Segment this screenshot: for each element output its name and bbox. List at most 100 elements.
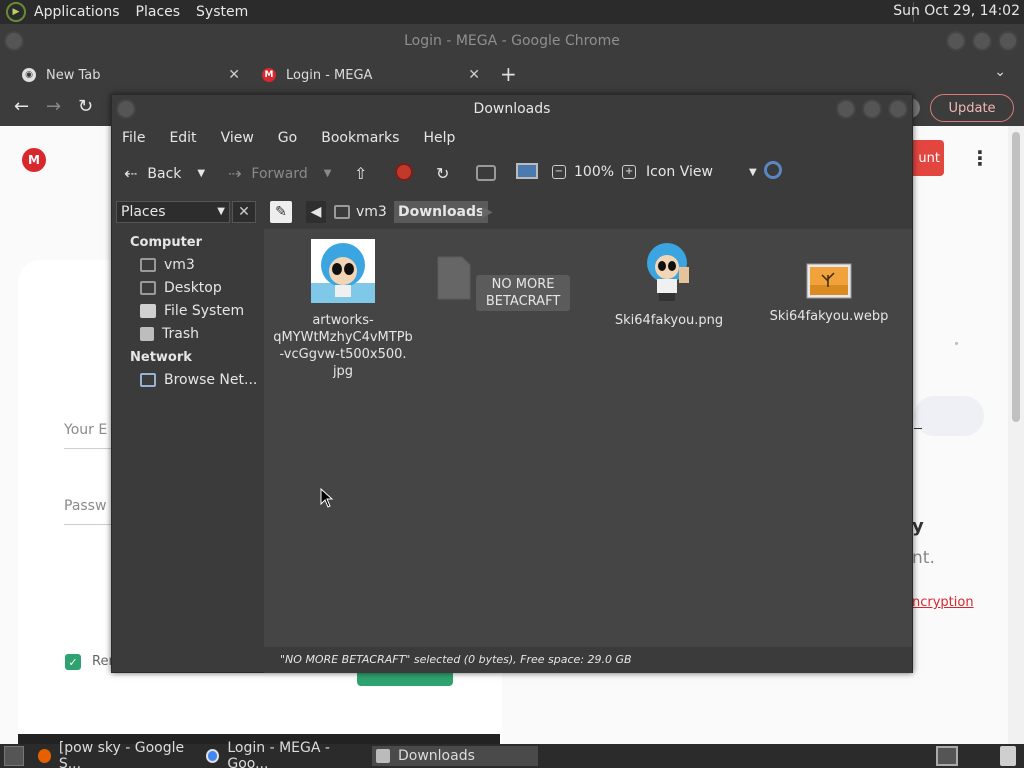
sidebar-item-trash[interactable]: Trash xyxy=(140,326,199,342)
applications-menu[interactable]: Applications xyxy=(34,4,120,20)
go-menu[interactable]: Go xyxy=(278,130,297,146)
scrollbar-thumb[interactable] xyxy=(1012,132,1020,422)
zoom-control[interactable]: − 100% + xyxy=(552,164,637,180)
panel-clock[interactable]: Sun Oct 29, 14:02 xyxy=(893,3,1020,19)
tab-new-tab[interactable]: ◉ New Tab ✕ xyxy=(22,60,240,90)
workspace-switcher[interactable] xyxy=(936,746,958,766)
system-menu[interactable]: System xyxy=(196,4,248,20)
path-segment-vm3[interactable]: vm3 xyxy=(334,201,387,223)
close-button[interactable] xyxy=(888,99,908,119)
path-left-arrow-icon[interactable]: ◀ xyxy=(306,201,326,223)
sidebar-item-vm3[interactable]: vm3 xyxy=(140,257,195,273)
chrome-icon xyxy=(206,749,220,763)
file-manager-title: Downloads xyxy=(473,101,551,117)
new-tab-button[interactable]: + xyxy=(500,62,517,86)
tab-mega-login[interactable]: M Login - MEGA ✕ xyxy=(262,60,480,90)
update-button[interactable]: Update xyxy=(930,94,1014,122)
sidebar-item-browse-network[interactable]: Browse Net... xyxy=(140,372,257,388)
chrome-icon: ◉ xyxy=(22,68,36,82)
zoom-out-icon[interactable]: − xyxy=(552,165,566,179)
remember-me-checkbox[interactable]: ✓ xyxy=(65,654,81,670)
forward-button[interactable]: ⇢ Forward ▼ xyxy=(228,164,331,183)
desktop-folder-icon xyxy=(140,281,156,295)
sidebar-item-desktop[interactable]: Desktop xyxy=(140,280,222,296)
chrome-titlebar[interactable]: Login - MEGA - Google Chrome xyxy=(0,24,1024,58)
file-icon-view[interactable]: artworks- qMYWtMzhyC4vMTPb -vcGgvw-t500x… xyxy=(264,229,912,647)
sidebar-item-label: Browse Net... xyxy=(164,372,258,388)
image-thumbnail-icon xyxy=(311,239,375,303)
file-item-selected[interactable]: NO MORE BETACRAFT xyxy=(428,255,578,311)
more-options-icon[interactable]: ⋮ xyxy=(970,146,990,170)
path-segment-downloads[interactable]: Downloads xyxy=(394,201,489,223)
illustration-line xyxy=(914,428,922,429)
show-desktop-icon[interactable] xyxy=(4,746,24,766)
task-downloads[interactable]: Downloads xyxy=(372,746,538,766)
file-menu[interactable]: File xyxy=(122,130,145,146)
stop-icon[interactable] xyxy=(395,163,413,181)
file-item[interactable]: Ski64fakyou.png xyxy=(594,241,744,329)
file-manager-toolbar: ⇠ Back ▼ ⇢ Forward ▼ ⇧ ↻ − 100% + Icon V… xyxy=(112,153,912,195)
chrome-window-title: Login - MEGA - Google Chrome xyxy=(404,33,620,49)
bookmarks-menu[interactable]: Bookmarks xyxy=(321,130,399,146)
file-item[interactable]: Ski64fakyou.webp xyxy=(754,263,904,325)
view-mode-select[interactable]: Icon View ▼ xyxy=(646,164,757,180)
mega-icon: M xyxy=(262,68,276,82)
chevron-down-icon[interactable]: ▼ xyxy=(324,168,332,179)
path-right-arrow-icon[interactable]: ▶ xyxy=(482,201,493,223)
home-folder-icon xyxy=(140,258,156,272)
computer-icon[interactable] xyxy=(516,163,538,179)
sidebar-item-file-system[interactable]: File System xyxy=(140,303,244,319)
sidebar-places-select[interactable]: Places ▼ xyxy=(116,201,230,223)
image-thumbnail-icon xyxy=(647,243,689,301)
maximize-button[interactable] xyxy=(972,31,992,51)
window-menu-icon[interactable] xyxy=(4,31,24,51)
file-item[interactable]: artworks- qMYWtMzhyC4vMTPb -vcGgvw-t500x… xyxy=(268,239,418,380)
places-menu[interactable]: Places xyxy=(136,4,181,20)
view-menu[interactable]: View xyxy=(221,130,254,146)
top-panel: ▶ Applications Places System Sun Oct 29,… xyxy=(0,0,1024,24)
tab-label: New Tab xyxy=(46,67,101,83)
help-menu[interactable]: Help xyxy=(423,130,455,146)
reload-icon[interactable]: ↻ xyxy=(436,164,449,183)
close-button[interactable] xyxy=(998,31,1018,51)
trash-icon[interactable] xyxy=(1000,746,1016,766)
minimize-button[interactable] xyxy=(946,31,966,51)
chevron-down-icon[interactable]: ▼ xyxy=(197,168,205,179)
back-label: Back xyxy=(147,165,182,182)
close-tab-icon[interactable]: ✕ xyxy=(468,67,480,83)
file-name-line: BETACRAFT xyxy=(485,294,561,309)
task-label: [pow sky - Google S... xyxy=(58,740,185,768)
close-tab-icon[interactable]: ✕ xyxy=(228,67,240,83)
trash-icon xyxy=(140,327,154,341)
task-firefox[interactable]: [pow sky - Google S... xyxy=(38,740,198,768)
page-scrollbar[interactable] xyxy=(1008,126,1024,744)
back-arrow-icon[interactable]: ← xyxy=(14,96,29,117)
encryption-link[interactable]: ncryption xyxy=(912,595,974,610)
edit-path-icon[interactable]: ✎ xyxy=(270,201,292,223)
illustration-blob xyxy=(914,396,984,436)
search-icon[interactable] xyxy=(764,161,782,179)
file-manager-titlebar[interactable]: Downloads xyxy=(112,95,912,123)
chevron-down-icon: ▼ xyxy=(748,166,757,178)
edit-menu[interactable]: Edit xyxy=(169,130,196,146)
close-sidebar-icon[interactable]: ✕ xyxy=(232,201,256,223)
window-menu-icon[interactable] xyxy=(116,99,136,119)
forward-arrow-icon[interactable]: → xyxy=(46,96,61,117)
mega-logo[interactable]: M xyxy=(22,148,46,172)
sidebar-item-label: File System xyxy=(164,303,245,319)
up-arrow-icon[interactable]: ⇧ xyxy=(354,164,367,183)
back-button[interactable]: ⇠ Back ▼ xyxy=(124,164,205,183)
reload-icon[interactable]: ↻ xyxy=(78,96,93,117)
create-account-button[interactable]: unt xyxy=(908,140,944,176)
tab-search-chevron-icon[interactable]: ⌄ xyxy=(994,64,1006,80)
network-heading: Network xyxy=(130,350,192,365)
minimize-button[interactable] xyxy=(836,99,856,119)
home-folder-icon[interactable] xyxy=(476,165,496,181)
file-name-selected: NO MORE BETACRAFT xyxy=(475,275,571,311)
mouse-pointer-icon xyxy=(320,488,334,508)
distro-logo-icon[interactable]: ▶ xyxy=(6,2,26,22)
task-chrome[interactable]: Login - MEGA - Goo... xyxy=(206,740,366,768)
maximize-button[interactable] xyxy=(862,99,882,119)
zoom-in-icon[interactable]: + xyxy=(622,165,637,179)
firefox-icon xyxy=(38,749,51,763)
